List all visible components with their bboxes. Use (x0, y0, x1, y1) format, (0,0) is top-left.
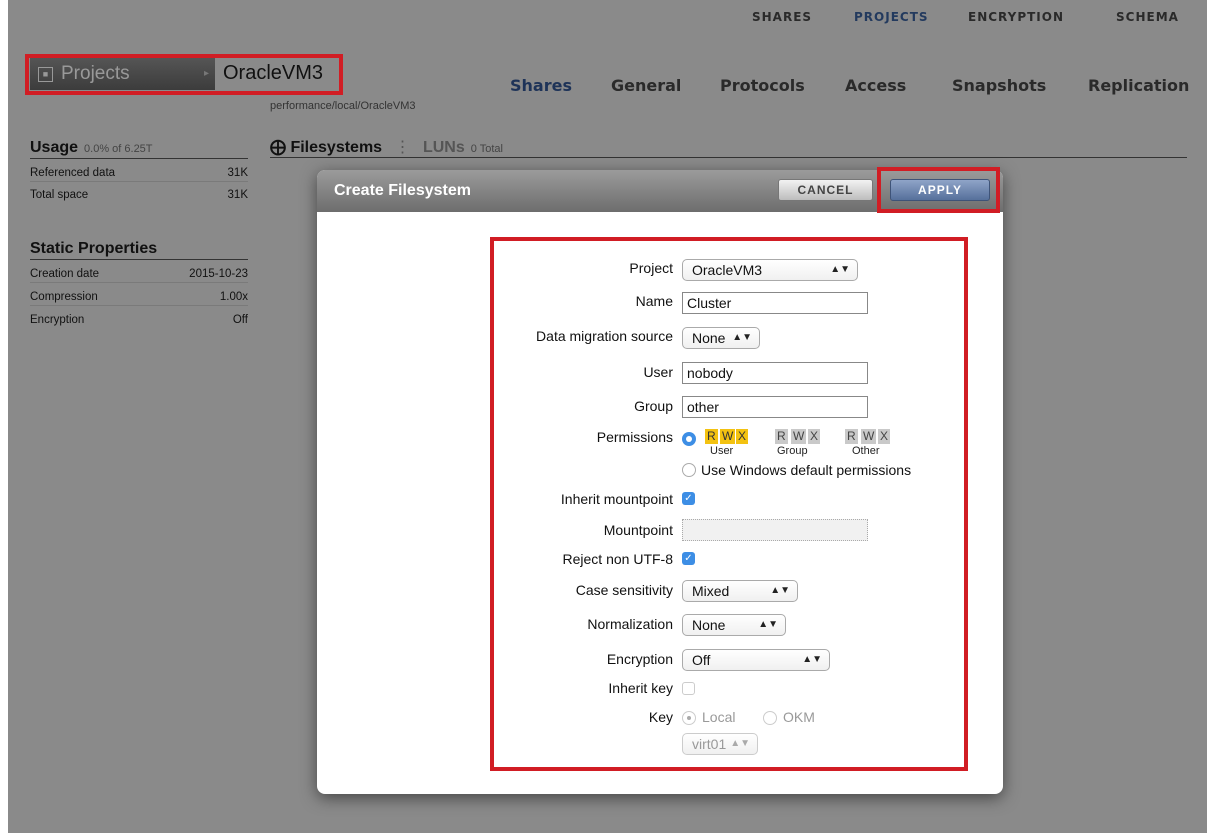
tab-snapshots[interactable]: Snapshots (952, 76, 1046, 95)
top-nav: SHARES PROJECTS ENCRYPTION SCHEMA (8, 0, 1207, 30)
usage-heading: Usage (30, 139, 79, 156)
static-row-label: Compression (30, 291, 98, 303)
static-row: Encryption Off (30, 314, 248, 326)
usage-row: Total space 31K (30, 189, 248, 201)
static-row: Compression 1.00x (30, 291, 248, 306)
highlight-box-form (490, 237, 968, 771)
appliance-window: SHARES PROJECTS ENCRYPTION SCHEMA ■ Proj… (8, 0, 1207, 833)
cancel-button[interactable]: CANCEL (778, 179, 873, 201)
static-row-value: 2015-10-23 (189, 268, 248, 280)
usage-row-label: Total space (30, 189, 89, 201)
usage-row-label: Referenced data (30, 167, 116, 179)
luns-total: 0 Total (470, 143, 503, 155)
shares-bar: ⨁ Filesystems ⋮ LUNs 0 Total (270, 137, 503, 157)
tab-replication[interactable]: Replication (1088, 76, 1189, 95)
usage-row: Referenced data 31K (30, 167, 248, 182)
static-row-value: Off (232, 314, 248, 326)
static-row-label: Creation date (30, 268, 100, 280)
usage-title: Usage 0.0% of 6.25T (30, 139, 153, 157)
nav-schema[interactable]: SCHEMA (1116, 10, 1179, 24)
tab-shares[interactable]: Shares (510, 76, 572, 95)
dialog-title: Create Filesystem (334, 182, 471, 199)
usage-row-value: 31K (227, 189, 248, 201)
nav-projects[interactable]: PROJECTS (854, 10, 929, 24)
static-row: Creation date 2015-10-23 (30, 268, 248, 283)
usage-divider (30, 158, 248, 159)
nav-shares[interactable]: SHARES (752, 10, 812, 24)
static-row-label: Encryption (30, 314, 85, 326)
project-path: performance/local/OracleVM3 (270, 100, 416, 112)
highlight-box-projects (25, 54, 343, 95)
usage-summary: 0.0% of 6.25T (84, 143, 153, 155)
tab-protocols[interactable]: Protocols (720, 76, 805, 95)
separator: ⋮ (394, 139, 411, 156)
static-divider (30, 259, 248, 260)
tab-general[interactable]: General (611, 76, 681, 95)
static-row-value: 1.00x (219, 291, 248, 303)
plus-circle-icon[interactable]: ⨁ (270, 139, 286, 156)
tab-access[interactable]: Access (845, 76, 906, 95)
filesystems-tab[interactable]: Filesystems (290, 139, 382, 156)
usage-row-value: 31K (227, 167, 248, 179)
static-properties-title: Static Properties (30, 240, 158, 257)
shares-divider (270, 157, 1187, 158)
highlight-box-apply (877, 167, 1000, 213)
luns-tab[interactable]: LUNs (423, 139, 465, 156)
nav-encryption[interactable]: ENCRYPTION (968, 10, 1064, 24)
